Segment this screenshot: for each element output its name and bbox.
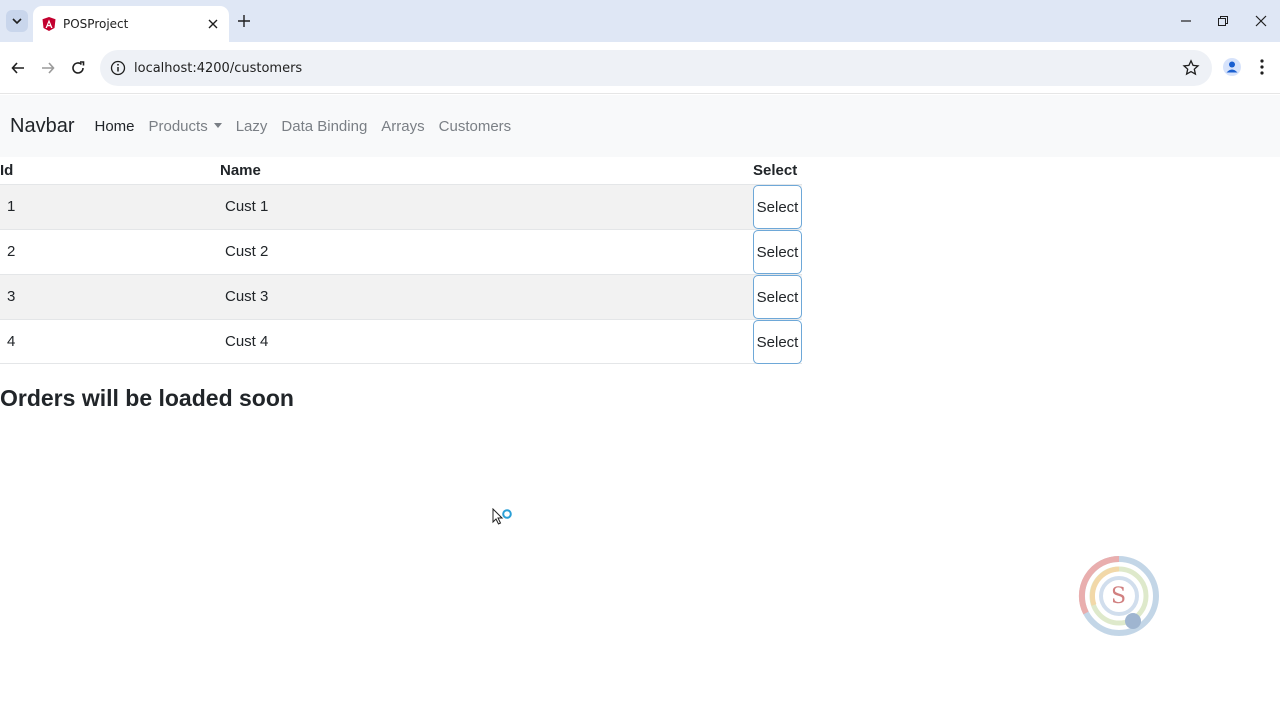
angular-icon — [42, 17, 56, 31]
close-window-icon — [1255, 15, 1267, 27]
navbar: Navbar Home Products Lazy Data Binding A… — [0, 95, 1280, 157]
svg-text:S: S — [1111, 584, 1126, 609]
table-row: 1 Cust 1 Select — [0, 184, 802, 229]
table-row: 2 Cust 2 Select — [0, 229, 802, 274]
column-header-id: Id — [0, 162, 14, 179]
nav-link-lazy[interactable]: Lazy — [236, 118, 268, 135]
tab-title: POSProject — [63, 17, 129, 31]
close-icon[interactable] — [205, 16, 221, 32]
url-text[interactable]: localhost:4200/customers — [134, 61, 302, 76]
nav-link-products-label: Products — [148, 117, 208, 135]
info-icon[interactable] — [110, 60, 126, 76]
address-bar[interactable]: localhost:4200/customers — [100, 50, 1212, 86]
chevron-down-icon — [12, 18, 22, 25]
page-content: Navbar Home Products Lazy Data Binding A… — [0, 95, 1280, 720]
orders-heading: Orders will be loaded soon — [0, 385, 294, 411]
close-window-button[interactable] — [1249, 10, 1273, 32]
reload-icon — [72, 61, 85, 74]
cell-id: 2 — [7, 243, 16, 260]
back-arrow-icon — [11, 62, 24, 74]
nav-link-home[interactable]: Home — [94, 118, 134, 135]
minimize-button[interactable] — [1174, 10, 1198, 32]
select-button[interactable]: Select — [753, 275, 802, 319]
forward-button[interactable] — [37, 57, 59, 79]
minimize-icon — [1181, 20, 1191, 22]
nav-link-customers[interactable]: Customers — [439, 118, 512, 135]
back-button[interactable] — [7, 57, 29, 79]
plus-icon — [238, 15, 250, 27]
browser-toolbar: localhost:4200/customers — [0, 42, 1280, 94]
reload-button[interactable] — [67, 57, 89, 79]
customers-table: Id Name Select 1 Cust 1 Select 2 Cust 2 … — [0, 157, 802, 364]
tab-search-button[interactable] — [6, 10, 28, 32]
cell-name: Cust 3 — [225, 288, 269, 305]
cell-id: 1 — [7, 198, 16, 215]
watermark-logo-icon: S — [1078, 555, 1159, 636]
cell-id: 4 — [7, 333, 16, 350]
table-row: 3 Cust 3 Select — [0, 274, 802, 319]
nav-link-products[interactable]: Products — [149, 118, 222, 135]
forward-arrow-icon — [42, 62, 55, 74]
select-button[interactable]: Select — [753, 320, 802, 364]
select-button[interactable]: Select — [753, 185, 802, 229]
column-header-name: Name — [220, 162, 261, 179]
browser-tab[interactable]: POSProject — [33, 6, 229, 42]
browser-tabstrip: POSProject — [0, 0, 1280, 42]
cell-id: 3 — [7, 288, 16, 305]
cell-name: Cust 1 — [225, 198, 269, 215]
caret-down-icon — [213, 122, 222, 128]
profile-icon[interactable] — [1222, 57, 1242, 77]
select-button[interactable]: Select — [753, 230, 802, 274]
table-row: 4 Cust 4 Select — [0, 319, 802, 364]
cell-name: Cust 4 — [225, 333, 269, 350]
restore-icon — [1218, 16, 1228, 26]
navbar-brand[interactable]: Navbar — [10, 115, 74, 138]
nav-link-arrays[interactable]: Arrays — [381, 118, 424, 135]
restore-button[interactable] — [1211, 10, 1235, 32]
kebab-menu-icon[interactable] — [1254, 57, 1270, 77]
busy-cursor-icon — [492, 508, 512, 525]
star-icon[interactable] — [1182, 59, 1200, 77]
nav-link-data-binding[interactable]: Data Binding — [281, 118, 367, 135]
cell-name: Cust 2 — [225, 243, 269, 260]
table-header: Id Name Select — [0, 157, 802, 184]
new-tab-button[interactable] — [234, 11, 254, 31]
column-header-select: Select — [753, 162, 798, 179]
